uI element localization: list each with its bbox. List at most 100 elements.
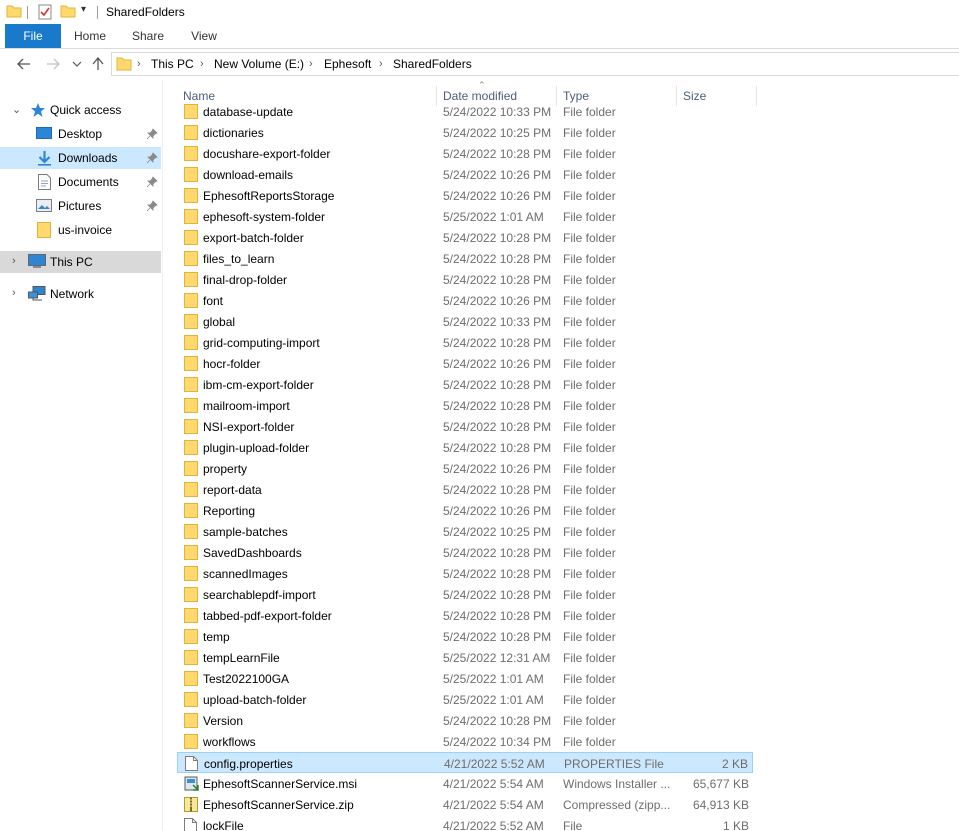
file-type: File folder [563, 147, 616, 161]
navigation-bar: › This PC › New Volume (E:) › Ephesoft ›… [0, 49, 959, 79]
tab-view[interactable]: View [186, 24, 222, 48]
file-row[interactable]: export-batch-folder 5/24/2022 10:28 PM Fil… [177, 227, 753, 248]
pin-icon[interactable] [146, 200, 158, 212]
file-row[interactable]: EphesoftScannerService.zip 4/21/2022 5:54… [177, 794, 753, 815]
nav-item-downloads[interactable]: Downloads [0, 147, 161, 169]
folder-icon [184, 167, 200, 182]
file-row[interactable]: mailroom-import 5/24/2022 10:28 PM File fo… [177, 395, 753, 416]
file-row[interactable]: SavedDashboards 5/24/2022 10:28 PM File fo… [177, 542, 753, 563]
breadcrumb-ephesoft[interactable]: Ephesoft [324, 53, 371, 75]
file-name: font [203, 294, 224, 308]
nav-item-label: Downloads [58, 151, 118, 165]
folder-icon [184, 356, 200, 371]
file-row[interactable]: ibm-cm-export-folder 5/24/2022 10:28 PM Fi… [177, 374, 753, 395]
file-row[interactable]: NSI-export-folder 5/24/2022 10:28 PM File … [177, 416, 753, 437]
file-name: EphesoftReportsStorage [203, 189, 335, 203]
title-bar: ▾ SharedFolders [0, 0, 959, 24]
back-arrow-icon[interactable] [13, 53, 35, 75]
nav-item-label: Documents [58, 175, 119, 189]
nav-item-desktop[interactable]: Desktop [0, 123, 161, 145]
nav-item-label: Desktop [58, 127, 103, 141]
file-row[interactable]: EphesoftScannerService.msi 4/21/2022 5:54… [177, 773, 753, 794]
nav-this-pc[interactable]: › This PC [0, 251, 161, 273]
file-row[interactable]: global 5/24/2022 10:33 PM File folder [177, 311, 753, 332]
breadcrumb-this-pc[interactable]: This PC [151, 53, 194, 75]
file-type: File folder [563, 294, 616, 308]
file-type: File folder [563, 357, 616, 371]
file-row[interactable]: ephesoft-system-folder 5/25/2022 1:01 AM F… [177, 206, 753, 227]
tab-file[interactable]: File [5, 24, 61, 48]
nav-quick-access-label: Quick access [50, 103, 122, 117]
folder-icon [184, 419, 200, 434]
file-row[interactable]: plugin-upload-folder 5/24/2022 10:28 PM Fi… [177, 437, 753, 458]
breadcrumb-separator-icon[interactable]: › [309, 53, 313, 75]
file-row[interactable]: font 5/24/2022 10:26 PM File folder [177, 290, 753, 311]
folder-icon [184, 104, 200, 119]
file-date-modified: 5/24/2022 10:28 PM [443, 231, 552, 245]
file-row[interactable]: files_to_learn 5/24/2022 10:28 PM File fol… [177, 248, 753, 269]
file-row[interactable]: Test2022100GA 5/25/2022 1:01 AM File folde… [177, 668, 753, 689]
file-row[interactable]: tempLearnFile 5/25/2022 12:31 AM File fold… [177, 647, 753, 668]
breadcrumb-sharedfolders[interactable]: SharedFolders [393, 53, 472, 75]
chevron-right-icon[interactable]: › [12, 255, 16, 267]
file-type: File folder [563, 546, 616, 560]
file-row[interactable]: Version 5/24/2022 10:28 PM File folder [177, 710, 753, 731]
forward-arrow-icon[interactable] [42, 53, 64, 75]
breadcrumb-separator-icon[interactable]: › [137, 53, 141, 75]
chevron-down-icon[interactable]: ⌄ [12, 103, 21, 116]
file-row[interactable]: report-data 5/24/2022 10:28 PM File folder [177, 479, 753, 500]
file-date-modified: 5/24/2022 10:26 PM [443, 462, 552, 476]
file-type: File folder [563, 210, 616, 224]
file-row[interactable]: property 5/24/2022 10:26 PM File folder [177, 458, 753, 479]
file-type: File folder [563, 504, 616, 518]
file-row[interactable]: dictionaries 5/24/2022 10:25 PM File folde… [177, 122, 753, 143]
pin-icon[interactable] [146, 176, 158, 188]
address-bar[interactable]: › This PC › New Volume (E:) › Ephesoft ›… [111, 52, 959, 76]
nav-network[interactable]: › Network [0, 283, 161, 305]
file-row[interactable]: download-emails 5/24/2022 10:26 PM File fo… [177, 164, 753, 185]
file-row[interactable]: workflows 5/24/2022 10:34 PM File folder [177, 731, 753, 752]
file-row[interactable]: hocr-folder 5/24/2022 10:26 PM File folder [177, 353, 753, 374]
file-row[interactable]: tabbed-pdf-export-folder 5/24/2022 10:28 … [177, 605, 753, 626]
file-row[interactable]: database-update 5/24/2022 10:33 PM File fo… [177, 101, 753, 122]
file-row[interactable]: Reporting 5/24/2022 10:26 PM File folder [177, 500, 753, 521]
file-date-modified: 5/24/2022 10:28 PM [443, 588, 552, 602]
file-type: File folder [563, 483, 616, 497]
nav-item-pictures[interactable]: Pictures [0, 195, 161, 217]
file-row[interactable]: sample-batches 5/24/2022 10:25 PM File fol… [177, 521, 753, 542]
file-type: File folder [563, 231, 616, 245]
customize-toolbar-icon[interactable]: ▾ [81, 4, 86, 15]
file-name: tabbed-pdf-export-folder [203, 609, 332, 623]
file-type: File folder [563, 189, 616, 203]
nav-item-documents[interactable]: Documents [0, 171, 161, 193]
file-row[interactable]: searchablepdf-import 5/24/2022 10:28 PM Fi… [177, 584, 753, 605]
file-row[interactable]: lockFile 4/21/2022 5:52 AM File 1 KB [177, 815, 753, 831]
up-arrow-icon[interactable] [87, 53, 109, 75]
file-date-modified: 5/25/2022 1:01 AM [443, 693, 544, 707]
pin-icon[interactable] [146, 128, 158, 140]
chevron-right-icon[interactable]: › [12, 287, 16, 299]
tab-home[interactable]: Home [68, 24, 112, 48]
new-folder-icon[interactable] [60, 4, 76, 18]
file-row[interactable]: upload-batch-folder 5/25/2022 1:01 AM File… [177, 689, 753, 710]
file-row[interactable]: docushare-export-folder 5/24/2022 10:28 P… [177, 143, 753, 164]
tab-share[interactable]: Share [128, 24, 168, 48]
pin-icon[interactable] [146, 152, 158, 164]
file-date-modified: 4/21/2022 5:52 AM [444, 757, 545, 771]
file-date-modified: 5/24/2022 10:25 PM [443, 126, 552, 140]
file-row[interactable]: temp 5/24/2022 10:28 PM File folder [177, 626, 753, 647]
breadcrumb-separator-icon[interactable]: › [200, 53, 204, 75]
nav-item-us-invoice[interactable]: us-invoice [0, 219, 161, 241]
file-row[interactable]: EphesoftReportsStorage 5/24/2022 10:26 PM… [177, 185, 753, 206]
breadcrumb-separator-icon[interactable]: › [379, 53, 383, 75]
nav-quick-access[interactable]: ⌄ Quick access [0, 99, 161, 121]
properties-icon[interactable] [37, 4, 53, 20]
recent-locations-chevron-icon[interactable] [66, 53, 88, 75]
folder-icon [184, 335, 200, 350]
file-row[interactable]: final-drop-folder 5/24/2022 10:28 PM File … [177, 269, 753, 290]
folder-icon [184, 608, 200, 623]
file-row[interactable]: scannedImages 5/24/2022 10:28 PM File fold… [177, 563, 753, 584]
breadcrumb-new-volume[interactable]: New Volume (E:) [214, 53, 304, 75]
file-row[interactable]: grid-computing-import 5/24/2022 10:28 PM F… [177, 332, 753, 353]
file-row[interactable]: config.properties 4/21/2022 5:52 AM PROPER… [177, 752, 753, 773]
